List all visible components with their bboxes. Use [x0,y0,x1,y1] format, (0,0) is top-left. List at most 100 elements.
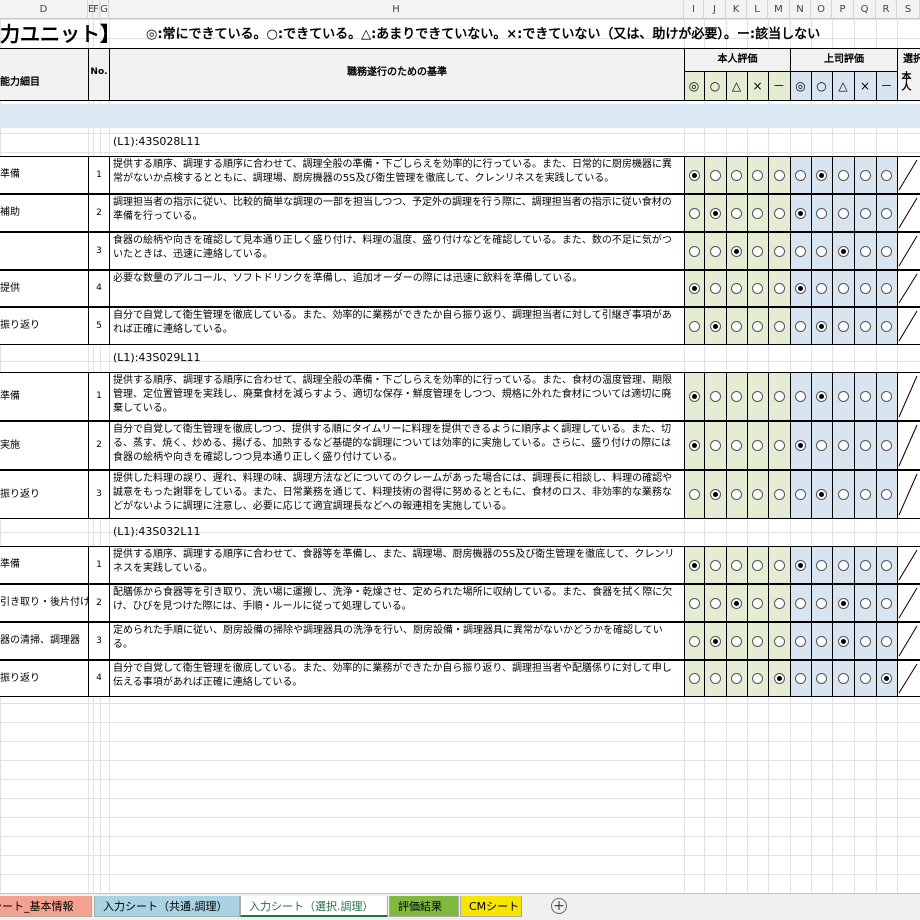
self-rating-option-1[interactable] [704,270,726,307]
boss-rating-option-4[interactable] [876,307,897,345]
boss-rating-option-2[interactable] [832,156,854,194]
self-rating-option-4[interactable] [768,660,790,697]
criteria-text[interactable]: 必要な数量のアルコール、ソフトドリンクを準備し、追加オーダーの際には迅速に飲料を… [109,270,684,307]
self-rating-option-4[interactable] [768,622,790,660]
boss-rating-option-3[interactable] [854,156,876,194]
boss-rating-option-0[interactable] [790,584,811,622]
sheet-tab-4[interactable]: CMシート [460,896,522,917]
radio-button-icon[interactable] [752,489,763,500]
self-rating-option-2[interactable] [726,421,747,470]
radio-button-icon[interactable] [816,169,827,181]
radio-button-icon[interactable] [859,635,871,647]
boss-rating-option-3[interactable] [854,421,876,470]
radio-button-icon[interactable] [881,673,892,684]
radio-button-icon[interactable] [859,245,871,257]
radio-button-icon[interactable] [859,489,871,500]
radio-button-icon[interactable] [881,320,892,332]
self-rating-option-2[interactable] [726,622,747,660]
column-header-d[interactable]: D [0,0,88,19]
radio-button-icon[interactable] [837,673,849,684]
self-rating-option-2[interactable] [726,546,747,584]
radio-button-icon[interactable] [795,489,806,500]
self-rating-option-4[interactable] [768,372,790,421]
radio-button-icon[interactable] [859,597,871,609]
radio-button-icon[interactable] [773,169,785,181]
radio-button-icon[interactable] [709,559,721,571]
boss-rating-option-1[interactable] [811,660,832,697]
boss-rating-option-2[interactable] [832,421,854,470]
radio-button-icon[interactable] [752,283,763,294]
criteria-text[interactable]: 定められた手順に従い、厨房設備の掃除や調理器具の洗浄を行い、厨房設備・調理器具に… [109,622,684,660]
radio-button-icon[interactable] [731,597,742,609]
self-rating-option-0[interactable] [684,622,704,660]
boss-rating-option-4[interactable] [876,660,897,697]
self-rating-option-1[interactable] [704,307,726,345]
radio-button-icon[interactable] [688,440,700,451]
radio-button-icon[interactable] [837,489,849,500]
criteria-text[interactable]: 提供する順序、調理する順序に合わせて、食器等を準備し、また、調理場、厨房機器の5… [109,546,684,584]
self-rating-option-3[interactable] [747,546,768,584]
radio-button-icon[interactable] [731,440,742,451]
radio-button-icon[interactable] [731,559,742,571]
radio-button-icon[interactable] [837,597,849,609]
radio-button-icon[interactable] [731,635,742,647]
radio-button-icon[interactable] [752,320,763,332]
boss-rating-option-4[interactable] [876,194,897,232]
radio-button-icon[interactable] [773,207,785,219]
column-header-f[interactable]: F [93,0,100,19]
radio-button-icon[interactable] [795,635,806,647]
self-rating-option-3[interactable] [747,421,768,470]
self-rating-option-3[interactable] [747,622,768,660]
radio-button-icon[interactable] [709,283,721,294]
radio-button-icon[interactable] [752,440,763,451]
column-header-g[interactable]: G [100,0,109,19]
boss-rating-option-0[interactable] [790,546,811,584]
criteria-text[interactable]: 提供した料理の誤り、遅れ、料理の味、調理方法などについてのクレームがあった場合に… [109,470,684,519]
radio-button-icon[interactable] [837,320,849,332]
column-header-n[interactable]: N [790,0,811,19]
radio-button-icon[interactable] [773,673,785,684]
boss-rating-option-4[interactable] [876,584,897,622]
radio-button-icon[interactable] [709,245,721,257]
radio-button-icon[interactable] [859,283,871,294]
radio-button-icon[interactable] [795,597,806,609]
sheet-tab-1[interactable]: 入力シート（共通.調理） [94,896,240,917]
boss-rating-option-1[interactable] [811,372,832,421]
criteria-text[interactable]: 自分で自覚して衛生管理を徹底している。また、効率的に業務ができたか自ら振り返り、… [109,660,684,697]
radio-button-icon[interactable] [859,673,871,684]
self-rating-option-3[interactable] [747,372,768,421]
radio-button-icon[interactable] [795,207,806,219]
boss-rating-option-0[interactable] [790,307,811,345]
boss-rating-option-2[interactable] [832,372,854,421]
radio-button-icon[interactable] [688,169,700,181]
self-rating-option-2[interactable] [726,660,747,697]
boss-rating-option-2[interactable] [832,270,854,307]
radio-button-icon[interactable] [752,169,763,181]
radio-button-icon[interactable] [731,245,742,257]
radio-button-icon[interactable] [773,283,785,294]
radio-button-icon[interactable] [709,391,721,402]
radio-button-icon[interactable] [731,320,742,332]
criteria-text[interactable]: 提供する順序、調理する順序に合わせて、調理全般の準備・下ごしらえを効率的に行って… [109,156,684,194]
radio-button-icon[interactable] [773,559,785,571]
boss-rating-option-0[interactable] [790,660,811,697]
boss-rating-option-1[interactable] [811,307,832,345]
boss-rating-option-4[interactable] [876,546,897,584]
radio-button-icon[interactable] [752,391,763,402]
self-rating-option-2[interactable] [726,194,747,232]
radio-button-icon[interactable] [881,391,892,402]
boss-rating-option-1[interactable] [811,622,832,660]
radio-button-icon[interactable] [881,559,892,571]
criteria-text[interactable]: 食器の絵柄や向きを確認して見本通り正しく盛り付け、料理の温度、盛り付けなどを確認… [109,232,684,270]
self-rating-option-2[interactable] [726,307,747,345]
self-rating-option-3[interactable] [747,470,768,519]
self-rating-option-4[interactable] [768,156,790,194]
boss-rating-option-3[interactable] [854,270,876,307]
radio-button-icon[interactable] [688,673,700,684]
radio-button-icon[interactable] [688,245,700,257]
self-rating-option-2[interactable] [726,372,747,421]
boss-rating-option-1[interactable] [811,421,832,470]
self-rating-option-3[interactable] [747,584,768,622]
column-header-i[interactable]: I [684,0,704,19]
self-rating-option-3[interactable] [747,156,768,194]
